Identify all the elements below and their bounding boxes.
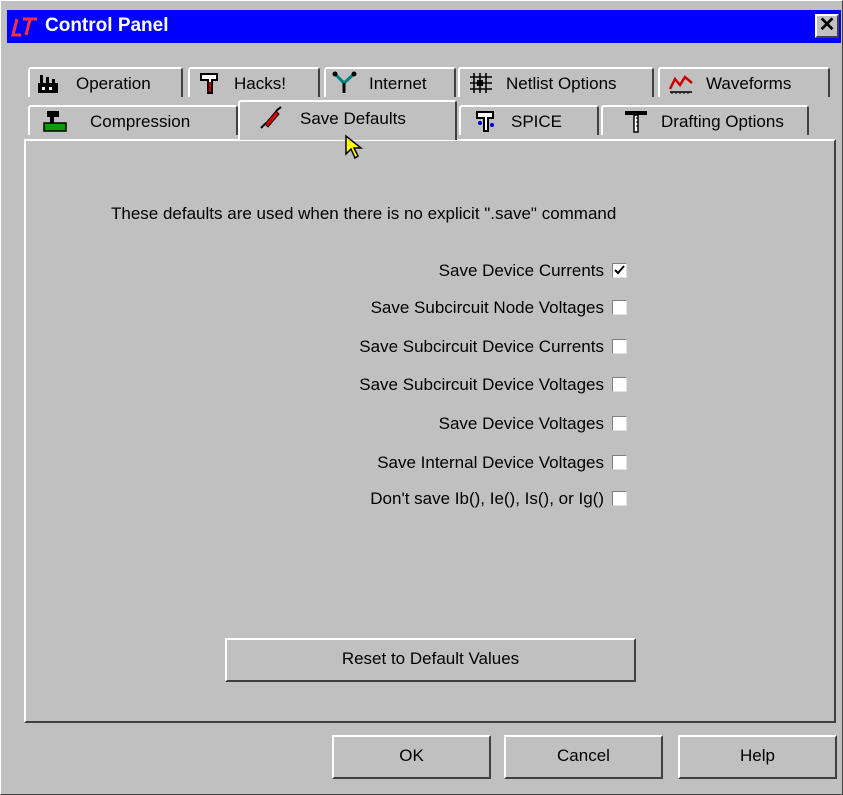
window-title: Control Panel bbox=[45, 15, 169, 36]
tab-netlist-options[interactable]: Netlist Options bbox=[458, 67, 654, 97]
grid-icon bbox=[470, 73, 492, 93]
help-button[interactable]: Help bbox=[678, 735, 837, 779]
control-panel-window: Control Panel ✕ Operation Hacks! Interne… bbox=[0, 0, 843, 795]
tab-label: Operation bbox=[76, 74, 151, 93]
tab-label: SPICE bbox=[511, 112, 563, 131]
save-defaults-panel bbox=[24, 139, 836, 723]
save-subcircuit-node-voltages-checkbox[interactable] bbox=[612, 300, 627, 315]
tab-drafting-options[interactable]: Drafting Options bbox=[601, 105, 809, 135]
tab-spice[interactable]: SPICE bbox=[459, 105, 599, 135]
checkmark-icon bbox=[614, 265, 625, 275]
tab-label: Internet bbox=[369, 74, 427, 93]
save-internal-device-voltages-checkbox[interactable] bbox=[612, 455, 627, 470]
tab-label: Netlist Options bbox=[506, 74, 617, 93]
tab-hacks[interactable]: Hacks! bbox=[188, 67, 320, 97]
save-device-currents-checkbox[interactable] bbox=[612, 263, 627, 278]
title-bar[interactable]: Control Panel ✕ bbox=[7, 10, 841, 43]
tab-compression[interactable]: Compression bbox=[28, 105, 238, 135]
factory-icon bbox=[38, 75, 58, 93]
save-subcircuit-node-voltages-label: Save Subcircuit Node Voltages bbox=[370, 298, 604, 317]
syringe-icon bbox=[260, 106, 282, 129]
close-icon: ✕ bbox=[818, 14, 836, 36]
mouse-pointer-icon bbox=[345, 134, 364, 160]
tab-label: Save Defaults bbox=[300, 109, 406, 128]
reset-defaults-button[interactable]: Reset to Default Values bbox=[225, 638, 636, 682]
save-subcircuit-device-currents-checkbox[interactable] bbox=[612, 339, 627, 354]
tab-label: Hacks! bbox=[234, 74, 286, 93]
save-internal-device-voltages-label: Save Internal Device Voltages bbox=[377, 453, 604, 472]
close-button[interactable]: ✕ bbox=[815, 14, 839, 38]
dont-save-currents-label: Don't save Ib(), Ie(), Is(), or Ig() bbox=[370, 489, 604, 508]
network-icon bbox=[332, 71, 357, 93]
dont-save-currents-checkbox[interactable] bbox=[612, 491, 627, 506]
hammer-icon bbox=[200, 73, 218, 94]
drafting-icon bbox=[625, 111, 647, 133]
tab-label: Drafting Options bbox=[661, 112, 784, 131]
save-device-currents-label: Save Device Currents bbox=[438, 261, 604, 280]
ok-button[interactable]: OK bbox=[332, 735, 491, 779]
save-device-voltages-checkbox[interactable] bbox=[612, 416, 627, 431]
waveform-icon bbox=[668, 75, 693, 94]
intro-text: These defaults are used when there is no… bbox=[111, 204, 617, 223]
tab-label: Waveforms bbox=[706, 74, 792, 93]
cancel-button[interactable]: Cancel bbox=[504, 735, 663, 779]
save-subcircuit-device-voltages-checkbox[interactable] bbox=[612, 377, 627, 392]
save-device-voltages-label: Save Device Voltages bbox=[438, 414, 604, 433]
tab-waveforms[interactable]: Waveforms bbox=[658, 67, 830, 97]
tab-label: Compression bbox=[90, 112, 191, 131]
compression-icon bbox=[43, 111, 67, 132]
tab-operation[interactable]: Operation bbox=[28, 67, 183, 97]
save-subcircuit-device-voltages-label: Save Subcircuit Device Voltages bbox=[359, 375, 604, 394]
save-subcircuit-device-currents-label: Save Subcircuit Device Currents bbox=[359, 337, 604, 356]
ltspice-logo-icon bbox=[11, 17, 37, 37]
tab-internet[interactable]: Internet bbox=[324, 67, 456, 97]
spice-icon bbox=[476, 111, 494, 132]
